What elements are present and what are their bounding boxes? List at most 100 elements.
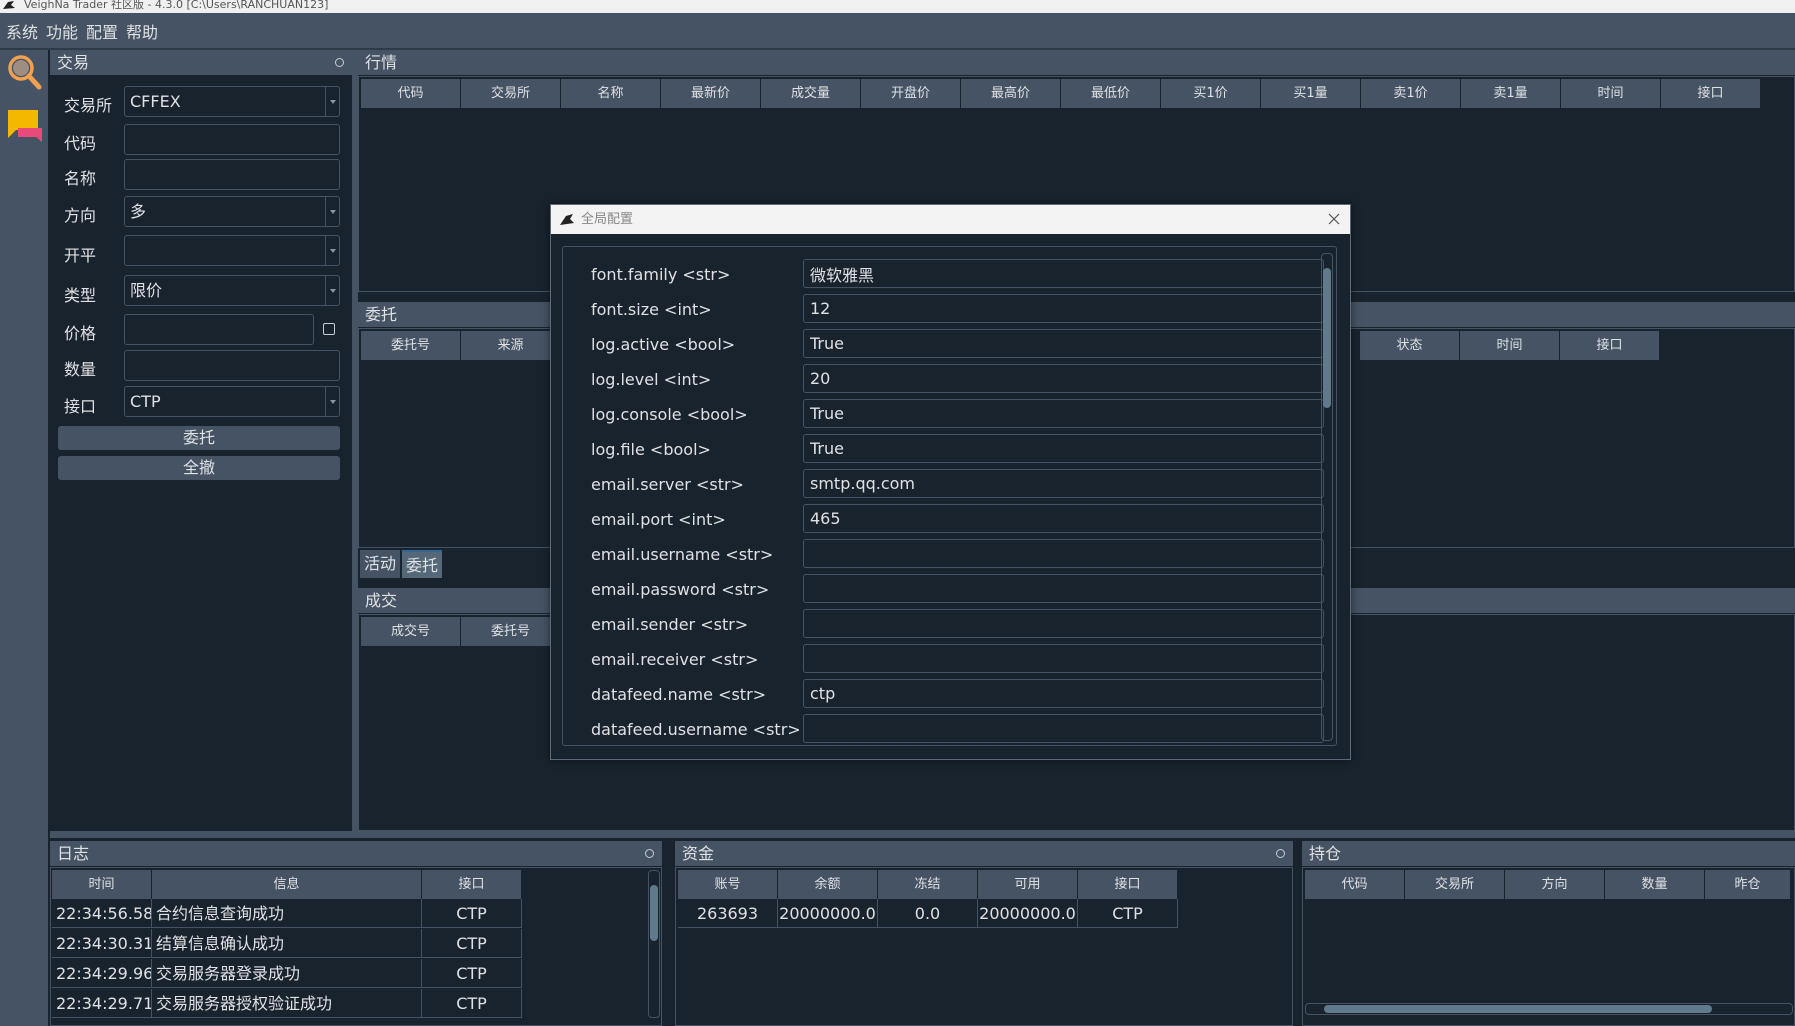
tab-all-orders[interactable]: 委托	[402, 550, 443, 578]
tick-col-symbol[interactable]: 代码	[361, 79, 461, 108]
float-icon[interactable]	[645, 849, 654, 858]
config-vscroll-handle[interactable]	[1323, 268, 1331, 408]
position-hscroll-handle[interactable]	[1324, 1005, 1712, 1013]
search-icon[interactable]	[4, 52, 44, 92]
menu-help[interactable]: 帮助	[126, 19, 158, 43]
config-value-input[interactable]	[803, 364, 1324, 393]
bottom-splitter[interactable]	[50, 831, 1795, 838]
log-cell-time: 22:34:56.583	[52, 899, 152, 928]
float-icon[interactable]	[1276, 849, 1285, 858]
menu-system[interactable]: 系统	[6, 19, 38, 43]
tick-dock-title: 行情	[358, 50, 1795, 75]
menu-function[interactable]: 功能	[46, 19, 78, 43]
tick-col-ask1[interactable]: 卖1价	[1361, 79, 1461, 108]
direction-combo[interactable]: 多	[124, 196, 340, 227]
tick-col-name[interactable]: 名称	[561, 79, 661, 108]
dropdown-arrow-icon[interactable]	[325, 236, 339, 265]
tick-col-exchange[interactable]: 交易所	[461, 79, 561, 108]
tick-col-gateway[interactable]: 接口	[1661, 79, 1761, 108]
offset-combo[interactable]	[124, 235, 340, 266]
log-cell-gateway: CTP	[422, 959, 522, 988]
send-order-button[interactable]: 委托	[58, 426, 340, 450]
chat-icon[interactable]	[4, 106, 44, 146]
config-value-input[interactable]	[803, 399, 1324, 428]
log-col-msg[interactable]: 信息	[152, 870, 422, 899]
table-row[interactable]: 22:34:56.583 合约信息查询成功 CTP	[52, 899, 522, 928]
dropdown-arrow-icon[interactable]	[325, 387, 339, 416]
trades-col-tradeid[interactable]: 成交号	[361, 617, 461, 646]
config-key: email.password <str>	[591, 580, 770, 599]
volume-input[interactable]	[124, 350, 340, 381]
log-vscrollbar[interactable]	[648, 870, 660, 1018]
float-icon[interactable]	[335, 58, 344, 67]
config-value-input[interactable]	[803, 469, 1324, 498]
log-col-gateway[interactable]: 接口	[422, 870, 522, 899]
table-row[interactable]: 22:34:29.718 交易服务器授权验证成功 CTP	[52, 989, 522, 1018]
account-col-available[interactable]: 可用	[978, 870, 1078, 899]
dialog-titlebar[interactable]: 全局配置	[551, 205, 1350, 234]
config-vscrollbar[interactable]	[1321, 253, 1333, 741]
order-col-id[interactable]: 委托号	[361, 331, 461, 360]
position-col-yd[interactable]: 昨仓	[1705, 870, 1791, 899]
config-value-input[interactable]	[803, 609, 1324, 638]
account-col-id[interactable]: 账号	[678, 870, 778, 899]
close-icon[interactable]	[1326, 211, 1342, 227]
tick-col-low[interactable]: 最低价	[1061, 79, 1161, 108]
tick-col-bid1[interactable]: 买1价	[1161, 79, 1261, 108]
config-value-input[interactable]	[803, 294, 1324, 323]
account-col-frozen[interactable]: 冻结	[878, 870, 978, 899]
order-col-status[interactable]: 状态	[1360, 331, 1460, 360]
tick-col-volume[interactable]: 成交量	[761, 79, 861, 108]
type-combo[interactable]: 限价	[124, 275, 340, 306]
dropdown-arrow-icon[interactable]	[325, 276, 339, 305]
order-col-time[interactable]: 时间	[1460, 331, 1560, 360]
position-col-volume[interactable]: 数量	[1605, 870, 1705, 899]
position-col-exchange[interactable]: 交易所	[1405, 870, 1505, 899]
trades-col-orderid[interactable]: 委托号	[461, 617, 561, 646]
gateway-combo[interactable]: CTP	[124, 386, 340, 417]
account-cell-id: 263693	[678, 899, 778, 928]
position-col-symbol[interactable]: 代码	[1305, 870, 1405, 899]
dropdown-arrow-icon[interactable]	[325, 87, 339, 116]
tick-col-time[interactable]: 时间	[1561, 79, 1661, 108]
config-value-input[interactable]	[803, 539, 1324, 568]
account-col-gateway[interactable]: 接口	[1078, 870, 1178, 899]
config-key: log.active <bool>	[591, 335, 736, 354]
tick-col-last[interactable]: 最新价	[661, 79, 761, 108]
log-vscroll-handle[interactable]	[650, 885, 658, 941]
table-row[interactable]: 263693 20000000.0 0.0 20000000.0 CTP	[678, 899, 1178, 928]
dropdown-arrow-icon[interactable]	[325, 197, 339, 226]
position-hscrollbar[interactable]	[1305, 1003, 1793, 1015]
log-cell-gateway: CTP	[422, 899, 522, 928]
order-dock-title-text: 委托	[365, 305, 398, 324]
config-value-input[interactable]	[803, 259, 1324, 288]
config-value-input[interactable]	[803, 679, 1324, 708]
config-value-input[interactable]	[803, 329, 1324, 358]
tick-col-askvol1[interactable]: 卖1量	[1461, 79, 1561, 108]
config-value-input[interactable]	[803, 574, 1324, 603]
tab-active-orders[interactable]: 活动	[360, 550, 401, 578]
table-row[interactable]: 22:34:29.961 交易服务器登录成功 CTP	[52, 959, 522, 988]
config-value-input[interactable]	[803, 644, 1324, 673]
config-value-input[interactable]	[803, 504, 1324, 533]
cancel-all-button[interactable]: 全撤	[58, 456, 340, 480]
exchange-combo[interactable]: CFFEX	[124, 86, 340, 117]
tick-col-high[interactable]: 最高价	[961, 79, 1061, 108]
trades-table-header: 成交号 委托号	[361, 617, 561, 646]
config-value-input[interactable]	[803, 434, 1324, 463]
table-row[interactable]: 22:34:30.314 结算信息确认成功 CTP	[52, 929, 522, 958]
price-checkbox[interactable]	[323, 323, 335, 335]
tick-col-bidvol1[interactable]: 买1量	[1261, 79, 1361, 108]
log-col-time[interactable]: 时间	[52, 870, 152, 899]
order-col-gateway[interactable]: 接口	[1560, 331, 1660, 360]
account-col-balance[interactable]: 余额	[778, 870, 878, 899]
order-col-source[interactable]: 来源	[461, 331, 561, 360]
menu-config[interactable]: 配置	[86, 19, 118, 43]
price-input[interactable]	[124, 314, 314, 345]
position-col-direction[interactable]: 方向	[1505, 870, 1605, 899]
name-input[interactable]	[124, 159, 340, 190]
trade-dock-title-text: 交易	[57, 53, 90, 72]
symbol-input[interactable]	[124, 124, 340, 155]
config-value-input[interactable]	[803, 714, 1324, 743]
tick-col-open[interactable]: 开盘价	[861, 79, 961, 108]
